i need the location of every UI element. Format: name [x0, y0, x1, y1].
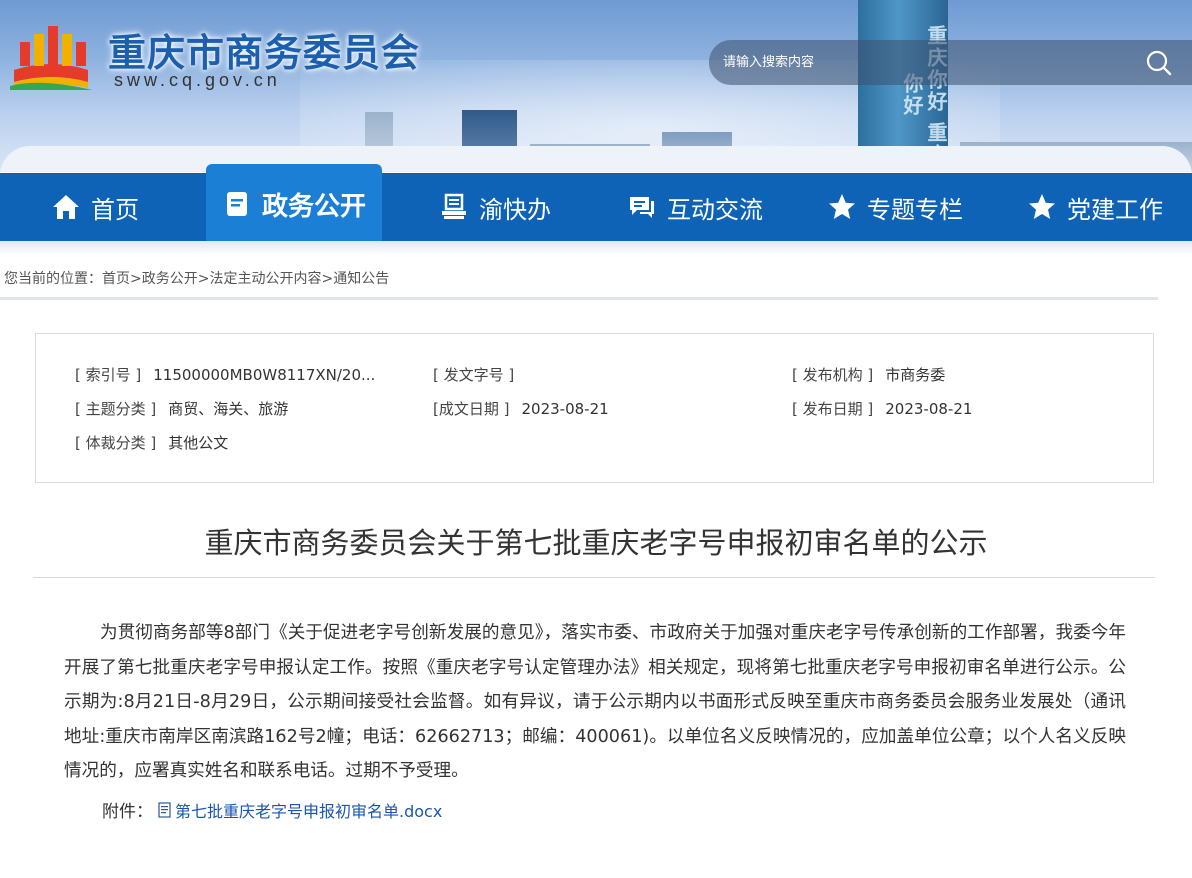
info-value: 2023-08-21 — [521, 400, 609, 418]
nav-item-home[interactable]: 首页 — [30, 173, 160, 241]
article-title: 重庆市商务委员会关于第七批重庆老字号申报初审名单的公示 — [204, 526, 988, 560]
star-icon — [827, 192, 857, 222]
site-domain: sww.cq.gov.cn — [114, 70, 281, 90]
info-key: [ 主题分类 ] — [75, 400, 157, 418]
info-doc-number: [ 发文字号 ] — [433, 364, 526, 385]
info-key: [ 索引号 ] — [75, 366, 142, 384]
main-nav: 首页 政务公开 渝快办 互动交流 专题专栏 党建工作 — [0, 164, 1192, 244]
breadcrumb-separator: > — [130, 271, 142, 287]
site-title[interactable]: 重庆市商务委员会 — [108, 22, 420, 77]
site-logo-icon[interactable] — [10, 20, 92, 90]
nav-label: 首页 — [91, 195, 139, 224]
info-value: 2023-08-21 — [885, 400, 973, 418]
breadcrumb-item-gov-affairs[interactable]: 政务公开 — [142, 271, 198, 287]
nav-item-gov-affairs[interactable]: 政务公开 — [206, 164, 382, 244]
breadcrumb-item-public-content[interactable]: 法定主动公开内容 — [209, 271, 321, 287]
info-published-date: [ 发布日期 ] 2023-08-21 — [792, 398, 972, 419]
header-banner: 重庆你好 重庆你好 重庆市商务委员会 sww.cq.gov.cn — [0, 0, 1192, 172]
article-title-divider — [33, 577, 1155, 578]
attachment-row: 附件： 第七批重庆老字号申报初审名单.docx — [102, 797, 442, 823]
nav-label: 渝快办 — [479, 195, 551, 224]
info-key: [ 发文字号 ] — [433, 366, 515, 384]
info-publisher: [ 发布机构 ] 市商务委 — [792, 364, 945, 385]
breadcrumb-item-notices[interactable]: 通知公告 — [333, 271, 389, 287]
info-value: 11500000MB0W8117XN/20... — [153, 366, 376, 384]
nav-label: 互动交流 — [667, 195, 763, 224]
attachment-label: 附件： — [102, 802, 153, 822]
info-topic: [ 主题分类 ] 商贸、海关、旅游 — [75, 398, 288, 419]
nav-label: 专题专栏 — [867, 195, 963, 224]
nav-item-party-building[interactable]: 党建工作 — [1012, 173, 1178, 241]
attachment-link[interactable]: 第七批重庆老字号申报初审名单.docx — [175, 798, 442, 822]
nav-label: 党建工作 — [1067, 195, 1163, 224]
search-input[interactable] — [723, 50, 1123, 75]
breadcrumb: 您当前的位置：首页>政务公开>法定主动公开内容>通知公告 — [4, 268, 389, 288]
chat-icon — [627, 192, 657, 222]
breadcrumb-prefix: 您当前的位置： — [4, 271, 102, 287]
info-created-date: [成文日期 ] 2023-08-21 — [433, 398, 609, 419]
info-key: [ 体裁分类 ] — [75, 434, 157, 452]
info-key: [ 发布日期 ] — [792, 400, 874, 418]
document-info-box: [ 索引号 ] 11500000MB0W8117XN/20... [ 发文字号 ]… — [35, 333, 1154, 483]
info-index: [ 索引号 ] 11500000MB0W8117XN/20... — [75, 364, 375, 385]
nav-item-interaction[interactable]: 互动交流 — [612, 173, 778, 241]
service-desk-icon — [439, 192, 469, 222]
nav-shadow — [0, 241, 1192, 255]
home-icon — [51, 192, 81, 222]
article-body: 为贯彻商务部等8部门《关于促进老字号创新发展的意见》，落实市委、市政府关于加强对… — [64, 623, 1126, 781]
info-value: 市商务委 — [885, 366, 946, 384]
breadcrumb-divider — [0, 297, 1158, 300]
info-value: 其他公文 — [168, 434, 229, 452]
info-genre: [ 体裁分类 ] 其他公文 — [75, 432, 228, 453]
breadcrumb-separator: > — [321, 271, 334, 287]
document-icon — [222, 189, 252, 219]
info-value: 商贸、海关、旅游 — [168, 400, 289, 418]
info-key: [ 发布机构 ] — [792, 366, 874, 384]
breadcrumb-item-home[interactable]: 首页 — [102, 271, 130, 287]
nav-item-topics[interactable]: 专题专栏 — [812, 173, 978, 241]
header-curve — [0, 146, 1192, 172]
star-icon — [1027, 192, 1057, 222]
search-icon[interactable] — [1145, 49, 1173, 77]
nav-item-yukuaiban[interactable]: 渝快办 — [425, 173, 565, 241]
word-document-icon — [158, 801, 171, 818]
search-bar — [709, 40, 1192, 85]
nav-label: 政务公开 — [261, 191, 366, 222]
breadcrumb-separator: > — [197, 271, 210, 287]
info-key: [成文日期 ] — [433, 400, 510, 418]
